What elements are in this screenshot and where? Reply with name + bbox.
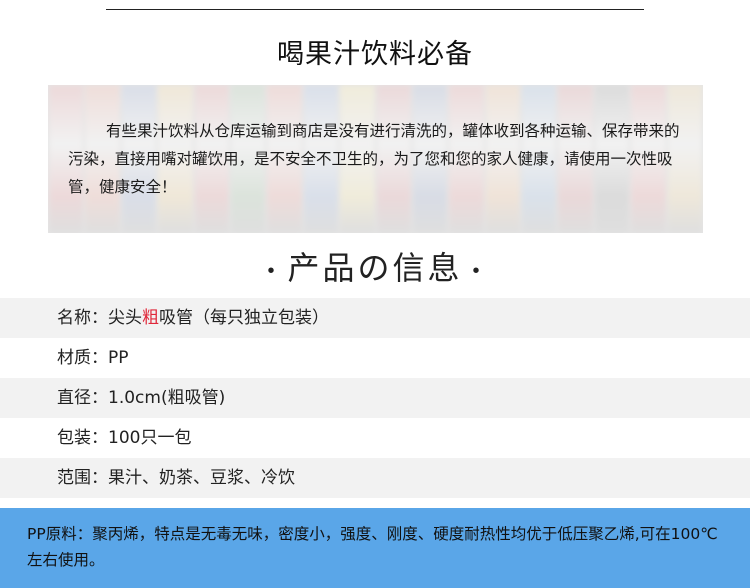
heading-dot-left: • xyxy=(267,257,278,282)
info-value: 1.0cm(粗吸管) xyxy=(108,388,226,408)
page-title: 喝果汁饮料必备 xyxy=(277,39,473,70)
info-label: 材质： xyxy=(57,348,108,368)
top-divider xyxy=(106,9,644,10)
info-value-pre: 尖头 xyxy=(108,308,142,328)
info-row-package: 包装：100只一包 xyxy=(0,418,750,458)
info-label: 范围： xyxy=(57,468,108,488)
banner: 有些果汁饮料从仓库运输到商店是没有进行清洗的，罐体收到各种运输、保存带来的污染，… xyxy=(48,85,703,233)
info-table: 名称：尖头粗吸管（每只独立包装） 材质：PP 直径：1.0cm(粗吸管) 包装：… xyxy=(0,298,750,498)
footer-text: PP原料：聚丙烯，特点是无毒无味，密度小，强度、刚度、硬度耐热性均优于低压聚乙烯… xyxy=(27,525,718,569)
banner-text: 有些果汁饮料从仓库运输到商店是没有进行清洗的，罐体收到各种运输、保存带来的污染，… xyxy=(68,122,680,196)
info-label: 直径： xyxy=(57,388,108,408)
heading-dot-right: • xyxy=(472,257,483,282)
info-row-scope: 范围：果汁、奶茶、豆浆、冷饮 xyxy=(0,458,750,498)
info-label: 名称： xyxy=(57,308,108,328)
info-value: PP xyxy=(108,348,129,368)
info-row-diameter: 直径：1.0cm(粗吸管) xyxy=(0,378,750,418)
info-value: 果汁、奶茶、豆浆、冷饮 xyxy=(108,468,295,488)
info-value-highlight: 粗 xyxy=(142,308,159,328)
info-value-post: 吸管（每只独立包装） xyxy=(159,308,329,328)
footer-note: PP原料：聚丙烯，特点是无毒无味，密度小，强度、刚度、硬度耐热性均优于低压聚乙烯… xyxy=(0,508,750,588)
info-heading: • 产品の信息 • xyxy=(0,243,750,289)
info-row-material: 材质：PP xyxy=(0,338,750,378)
info-heading-text: 产品の信息 xyxy=(287,249,463,287)
info-value: 100只一包 xyxy=(108,428,192,448)
info-row-name: 名称：尖头粗吸管（每只独立包装） xyxy=(0,298,750,338)
info-label: 包装： xyxy=(57,428,108,448)
